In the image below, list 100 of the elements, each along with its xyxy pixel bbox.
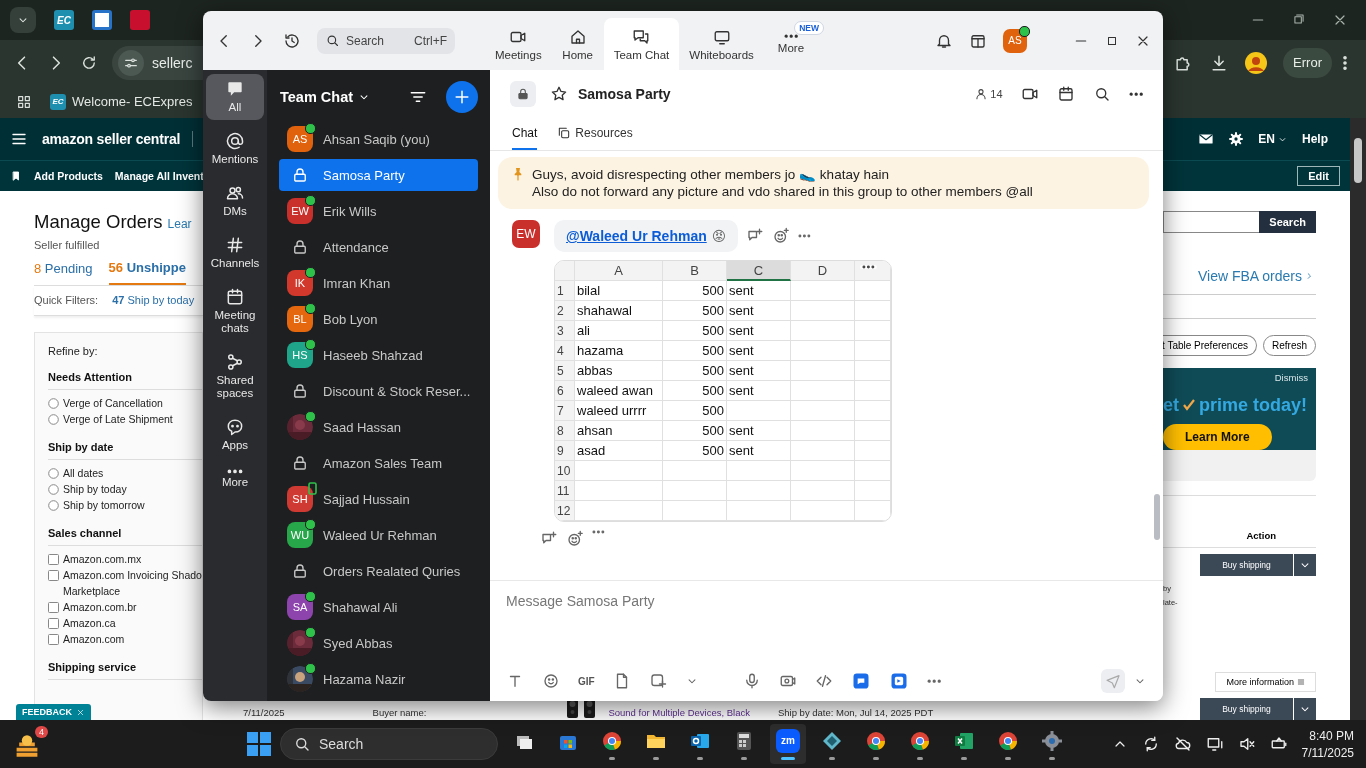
banner-text: et (1163, 394, 1179, 416)
chat-list-item[interactable]: HS Haseeb Shahzad (279, 339, 478, 371)
tab-favicon[interactable]: EC (54, 10, 74, 30)
sheet-cell: 10 (555, 461, 575, 481)
learn-link[interactable]: Lear (167, 217, 192, 231)
sidebar-item[interactable]: Meeting chats (206, 282, 264, 341)
gif-button[interactable]: GIF (578, 675, 595, 687)
mention-link[interactable]: @Waleed Ur Rehman (566, 228, 707, 244)
dismiss-link[interactable]: Dismiss (1274, 371, 1308, 383)
filter-option-label[interactable]: Amazon.com.br (63, 599, 137, 615)
buy-shipping-button[interactable]: Buy shipping (1200, 698, 1293, 720)
chat-list-item[interactable]: SA Shahawal Ali (279, 591, 478, 623)
filter-option-label[interactable]: Amazon.com.mx (63, 551, 142, 567)
channel-tab[interactable]: Chat (512, 118, 538, 150)
chat-list-item[interactable]: Saad Hassan (279, 411, 478, 443)
subtitle: Seller fulfilled (34, 239, 101, 251)
widgets-button[interactable]: 4 (12, 726, 48, 762)
sidebar-item[interactable]: All (206, 74, 264, 120)
quick-filter-link[interactable]: 47 Ship by today (112, 294, 195, 306)
chat-list-item[interactable]: Hazama Nazir (279, 663, 478, 695)
chat-list-item[interactable]: EW Erik Wills (279, 195, 478, 227)
filter-option-label[interactable]: Amazon.com (63, 631, 125, 647)
refresh-button[interactable]: Refresh (1263, 334, 1316, 356)
avatar: EW (287, 198, 313, 224)
message-input-field[interactable]: Message Samosa Party (490, 583, 1163, 619)
learn-more-button[interactable]: Learn More (1163, 423, 1272, 450)
nav-tab[interactable]: Team Chat (603, 18, 680, 70)
edit-button[interactable]: Edit (1297, 166, 1340, 186)
spreadsheet-image[interactable]: A B C D 1 bilal 500 sent 2 shahawal 500 sent 3 ali 500 sent 4 hazama 500 sent 5 abbas 500 sent 6 waleed awan 500 sent 7 waleed urrrr 500 8 ahsan 500 sent 9 asad 500 sent 10 11 12 (554, 260, 892, 522)
address-text[interactable]: sellerc (152, 54, 193, 71)
sidebar-item[interactable]: More (206, 464, 264, 495)
order-date: 7/11/2025 (243, 707, 285, 718)
chat-list-item[interactable]: BL Bob Lyon (279, 303, 478, 335)
filter-option-label[interactable]: Verge of Cancellation (63, 395, 163, 411)
profile-error-button[interactable]: Error (1283, 47, 1332, 78)
order-status-tab[interactable]: 56 Unshippe (108, 259, 186, 285)
bookmark-link[interactable]: Welcome- ECExpres (72, 94, 193, 109)
avatar: SH (287, 486, 313, 512)
sidebar-item[interactable]: Channels (206, 230, 264, 276)
chat-list-item[interactable]: Attendance (279, 231, 478, 263)
filter-option-label[interactable]: Amazon.ca (63, 615, 116, 631)
nav-link[interactable]: Add Products (34, 170, 103, 182)
sheet-cell: 6 (555, 381, 575, 401)
search-button[interactable]: Search (1259, 211, 1316, 233)
fba-orders-link[interactable]: View FBA orders (1198, 268, 1302, 284)
chat-list-item[interactable]: Amazon Sales Team (279, 447, 478, 479)
order-status-tab[interactable]: 8 Pending (34, 259, 93, 285)
filter-group-title: Needs Attention (48, 371, 202, 390)
sheet-cell: sent (727, 301, 791, 321)
channel-tab[interactable]: Resources (557, 118, 633, 150)
sheet-cell: sent (727, 421, 791, 441)
chat-list-item[interactable]: Syed Abbas (279, 627, 478, 659)
sheet-cell: bilal (575, 281, 663, 301)
chat-list-item[interactable]: IK Imran Khan (279, 267, 478, 299)
sheet-cell: ahsan (575, 421, 663, 441)
taskbar-search-field[interactable]: Search (280, 728, 498, 760)
nav-link[interactable]: Manage All Invent (114, 170, 204, 182)
feedback-tab[interactable]: FEEDBACK (16, 704, 91, 720)
sheet-cell: sent (727, 441, 791, 461)
taskbar-app-button[interactable]: zm (770, 724, 806, 764)
column-header: D (791, 261, 855, 281)
profile-avatar[interactable]: AS (1003, 28, 1027, 53)
search-field[interactable]: Search Ctrl+F (317, 27, 455, 54)
sheet-cell: ali (575, 321, 663, 341)
pinned-message[interactable]: Guys, avoid disrespecting other members jo 🥿 khatay hain Also do not forward any picture and vdo shared in this group to other members @all (498, 157, 1149, 209)
sidebar-item[interactable]: DMs (206, 178, 264, 224)
product-title-link[interactable]: Sound for Multiple Devices, Black (608, 707, 750, 718)
filter-option-label[interactable]: Verge of Late Shipment (63, 411, 173, 427)
team-chat-title[interactable]: Team Chat (280, 88, 354, 105)
nav-tab[interactable]: Whiteboards (679, 18, 764, 70)
filter-option-label[interactable]: Amazon.com Invoicing Shado Marketplace (49, 567, 202, 599)
new-badge: NEW (794, 21, 825, 35)
clock-date[interactable]: 7/11/2025 (1301, 745, 1354, 760)
sheet-cell: 500 (663, 321, 727, 341)
seller-central-logo[interactable]: amazon seller central (42, 131, 194, 147)
nav-tab[interactable]: Meetings (485, 18, 552, 70)
sheet-cell: 11 (555, 481, 575, 501)
members-button[interactable]: 14 (974, 87, 1003, 101)
quick-filters-label: Quick Filters: (34, 294, 99, 306)
chat-list-item[interactable]: AS Ahsan Saqib (you) (279, 123, 478, 155)
sidebar-item[interactable]: Shared spaces (206, 347, 264, 406)
filter-option-label[interactable]: Ship by today (63, 481, 127, 497)
buy-shipping-button[interactable]: Buy shipping (1200, 554, 1293, 576)
sidebar-item[interactable]: Apps (206, 412, 264, 458)
language-selector[interactable]: EN (1258, 132, 1275, 146)
help-link[interactable]: Help (1302, 132, 1328, 146)
banner-headline: prime today! (1199, 394, 1308, 416)
nav-tab[interactable]: NEW More (763, 18, 825, 70)
chat-list-item[interactable]: SH Sajjad Hussain (279, 483, 478, 515)
filter-option-label[interactable]: All dates (63, 465, 104, 481)
buyer-label: Buyer name: (372, 707, 427, 718)
filter-option-label[interactable]: Ship by tomorrow (63, 497, 145, 513)
more-information-button[interactable]: More information (1215, 672, 1316, 692)
chat-list-item[interactable]: Samosa Party (279, 159, 478, 191)
chat-list-item[interactable]: Discount & Stock Reser... (279, 375, 478, 407)
clock-time[interactable]: 8:40 PM (1309, 728, 1354, 743)
chat-list-item[interactable]: Orders Realated Quries (279, 555, 478, 587)
nav-tab[interactable]: Home (551, 18, 604, 70)
sidebar-item[interactable]: Mentions (206, 126, 264, 172)
chat-list-item[interactable]: WU Waleed Ur Rehman (279, 519, 478, 551)
